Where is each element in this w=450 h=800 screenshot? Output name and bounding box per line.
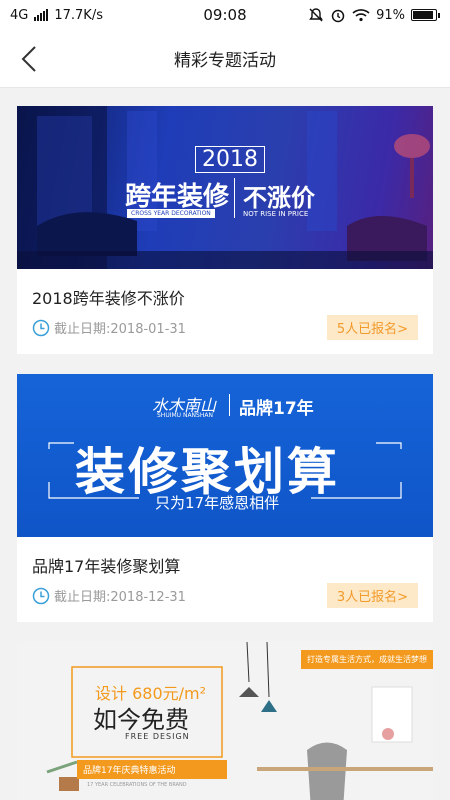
activity-card[interactable]: 2018 跨年装修 不涨价 CROSS YEAR DECORATION NOT … xyxy=(17,106,433,354)
status-right: 91% xyxy=(308,7,440,23)
wifi-icon xyxy=(352,9,370,22)
clock-icon xyxy=(32,319,50,336)
banner-subline: 只为17年感恩相伴 xyxy=(155,494,280,512)
activity-banner-image[interactable]: 水木南山 SHUIMU NANSHAN 品牌17年 装修聚划算 只为17年感恩相… xyxy=(17,374,433,537)
activity-meta: 截止日期:2018-12-31 3人已报名> xyxy=(32,583,418,608)
promo-text-en: 17 YEAR CELEBRATIONS OF THE BRAND xyxy=(87,782,187,788)
activity-banner-image[interactable]: 打造专属生活方式，成就生活梦想 设计 680元/m² 如今免费 FREE DES… xyxy=(17,642,433,800)
battery-percent: 91% xyxy=(376,7,405,23)
signal-icon xyxy=(34,9,49,21)
activity-card[interactable]: 打造专属生活方式，成就生活梦想 设计 680元/m² 如今免费 FREE DES… xyxy=(17,642,433,800)
banner-headline-right: 不涨价 xyxy=(243,184,315,212)
activity-title: 2018跨年装修不涨价 xyxy=(32,289,185,308)
mute-icon xyxy=(309,8,323,22)
back-arrow-icon[interactable] xyxy=(16,43,46,75)
activity-info: 2018跨年装修不涨价 截止日期:2018-01-31 5人已报名> xyxy=(17,269,433,354)
page-title: 精彩专题活动 xyxy=(174,51,276,71)
activity-deadline: 截止日期:2018-12-31 xyxy=(32,586,186,605)
clock-icon xyxy=(32,587,50,604)
deadline-text: 截止日期:2018-01-31 xyxy=(54,322,186,337)
free-text: 如今免费 xyxy=(93,706,189,734)
activity-list: 2018 跨年装修 不涨价 CROSS YEAR DECORATION NOT … xyxy=(0,88,450,800)
activity-card[interactable]: 水木南山 SHUIMU NANSHAN 品牌17年 装修聚划算 只为17年感恩相… xyxy=(17,374,433,622)
signup-count-badge[interactable]: 3人已报名> xyxy=(326,583,418,608)
free-text-en: FREE DESIGN xyxy=(125,732,190,741)
banner-sub-right: NOT RISE IN PRICE xyxy=(243,210,309,218)
activity-banner-image[interactable]: 2018 跨年装修 不涨价 CROSS YEAR DECORATION NOT … xyxy=(17,106,433,269)
banner-headline-left: 跨年装修 xyxy=(125,182,230,212)
activity-info: 品牌17年装修聚划算 截止日期:2018-12-31 3人已报名> xyxy=(17,537,433,622)
header: 精彩专题活动 xyxy=(0,30,450,88)
status-left: 4G 17.7K/s xyxy=(10,8,103,23)
alarm-icon xyxy=(331,9,345,23)
status-bar: 4G 17.7K/s 09:08 91% xyxy=(0,0,450,30)
activity-deadline: 截止日期:2018-01-31 xyxy=(32,318,186,337)
battery-fill xyxy=(413,11,434,19)
status-time: 09:08 xyxy=(203,6,247,24)
battery-icon xyxy=(411,9,440,21)
signup-count-badge[interactable]: 5人已报名> xyxy=(326,315,418,340)
network-speed: 17.7K/s xyxy=(54,7,103,23)
banner-sub-left: CROSS YEAR DECORATION xyxy=(127,209,215,218)
banner-year: 2018 xyxy=(195,146,265,173)
deadline-text: 截止日期:2018-12-31 xyxy=(54,590,186,605)
banner-divider xyxy=(234,178,235,218)
activity-title: 品牌17年装修聚划算 xyxy=(32,557,181,576)
activity-meta: 截止日期:2018-01-31 5人已报名> xyxy=(32,315,418,340)
promo-banner: 品牌17年庆典特惠活动 xyxy=(77,760,227,779)
network-type: 4G xyxy=(10,7,29,23)
